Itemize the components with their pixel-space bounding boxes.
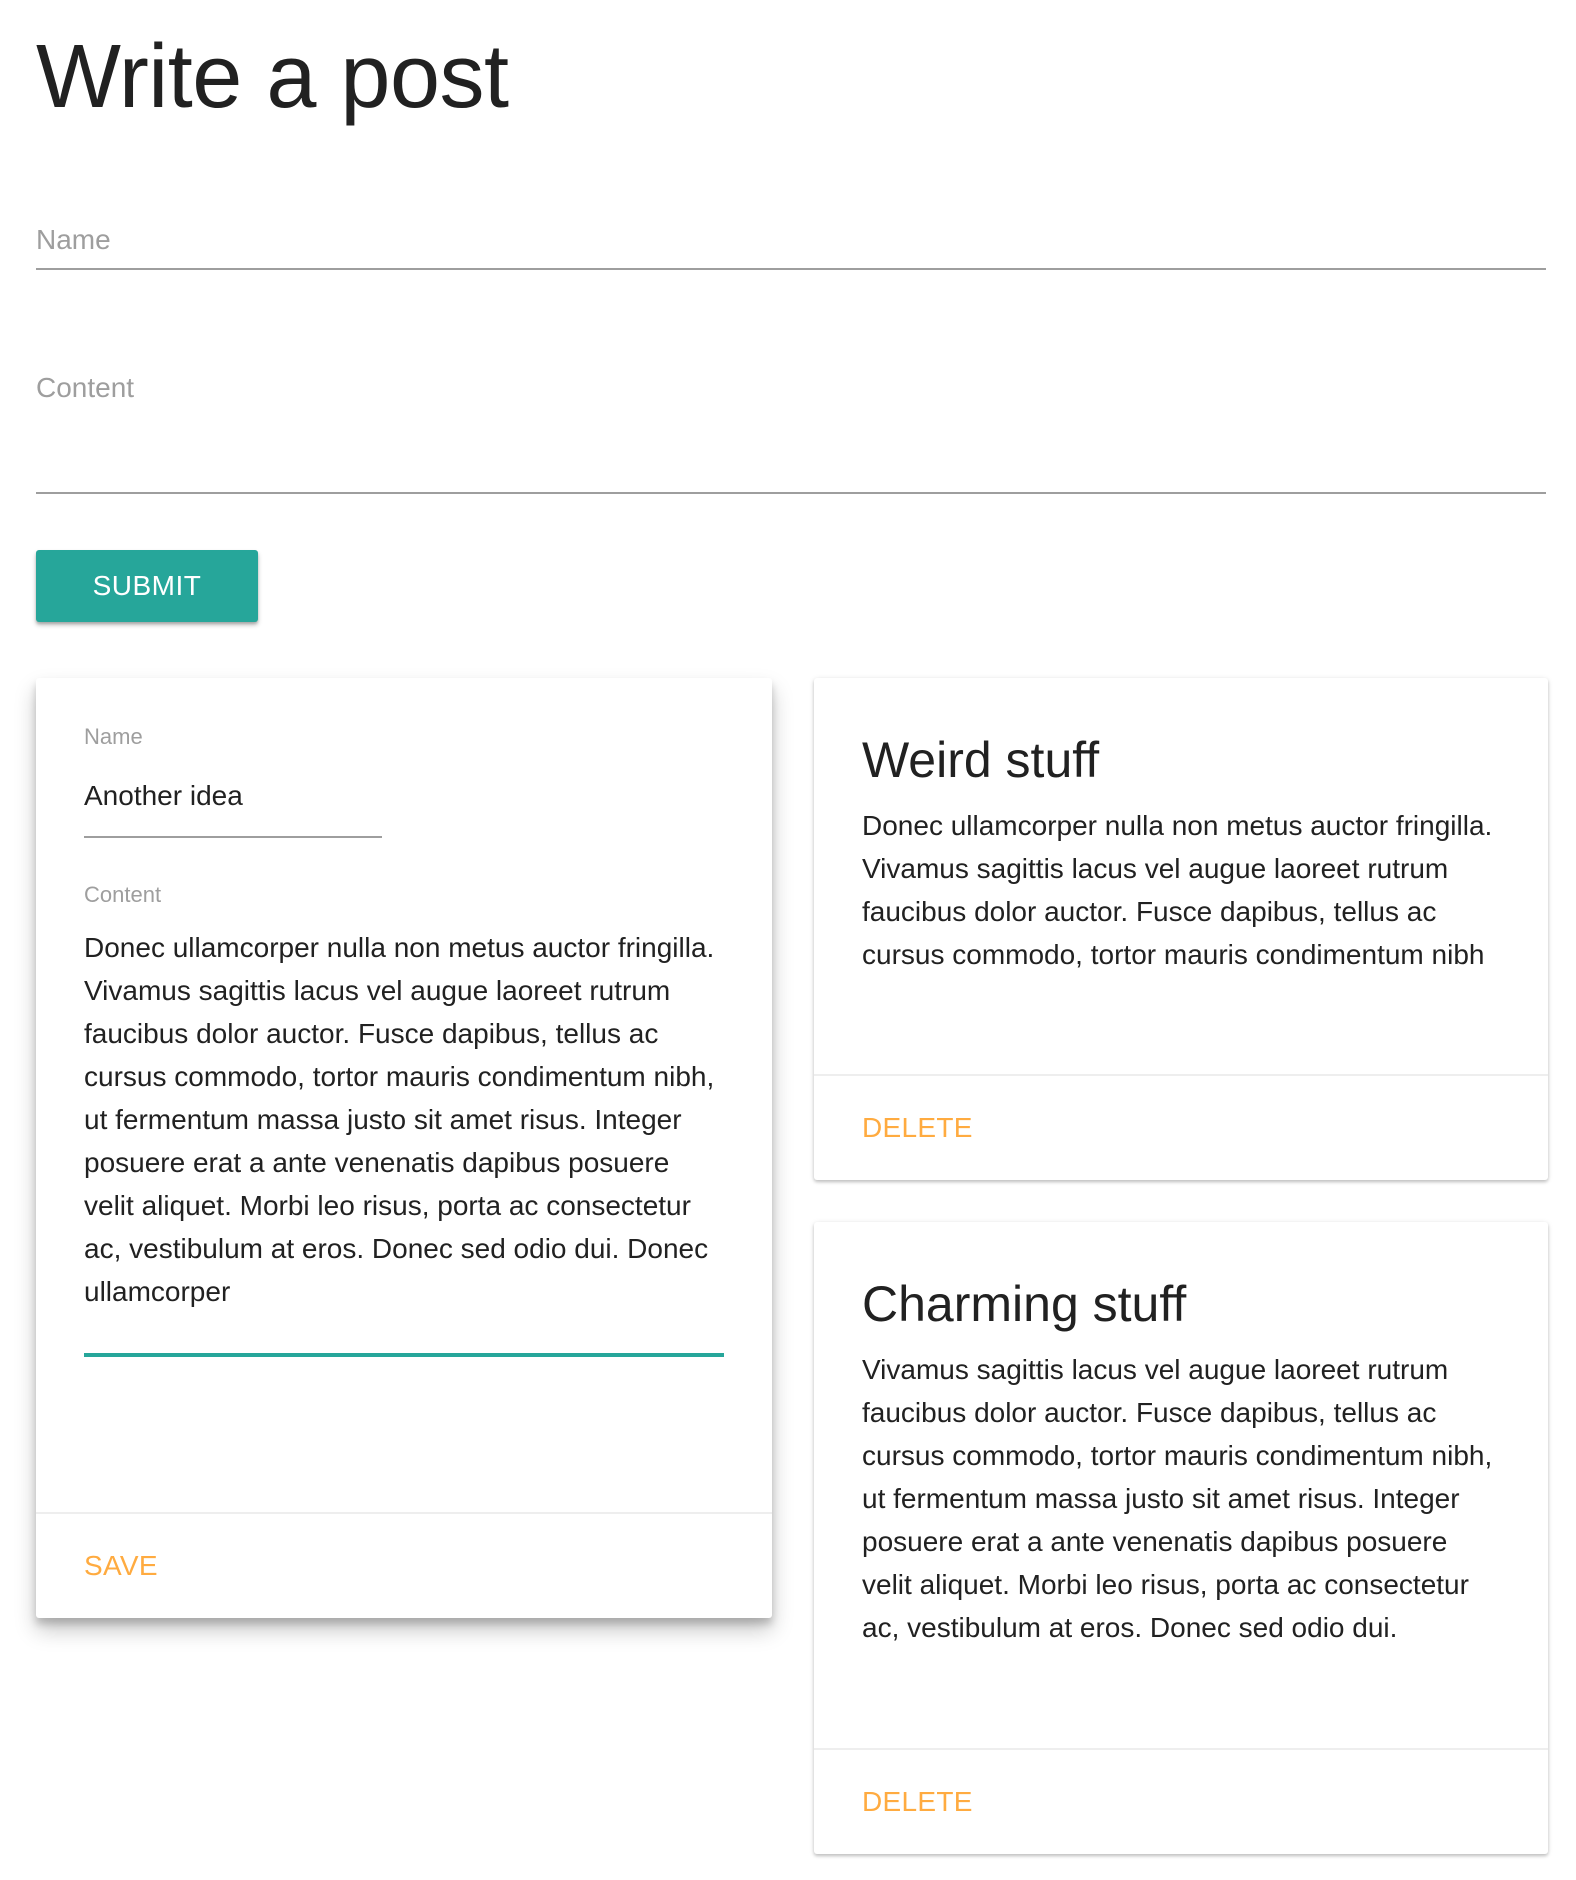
post-title: Charming stuff — [862, 1276, 1187, 1332]
submit-button[interactable]: SUBMIT — [36, 550, 258, 622]
card-divider — [814, 1074, 1548, 1076]
post-content: Vivamus sagittis lacus vel augue laoreet… — [862, 1354, 1493, 1643]
card-divider — [36, 1512, 772, 1514]
post-content: Donec ullamcorper nulla non metus auctor… — [862, 810, 1493, 970]
page: Write a post SUBMIT Name Content Donec u… — [0, 0, 1576, 1880]
delete-button[interactable]: DELETE — [862, 1112, 973, 1144]
edit-content-label: Content — [84, 882, 162, 907]
post-name-input[interactable] — [36, 200, 1546, 270]
edit-post-card: Name Content Donec ullamcorper nulla non… — [36, 678, 772, 1618]
edit-name-input[interactable] — [84, 756, 382, 838]
post-card: Weird stuff Donec ullamcorper nulla non … — [814, 678, 1548, 1180]
post-content-input[interactable] — [36, 356, 1546, 494]
edit-content-textarea[interactable]: Donec ullamcorper nulla non metus auctor… — [84, 926, 724, 1357]
page-title: Write a post — [36, 27, 509, 127]
post-title: Weird stuff — [862, 732, 1100, 788]
edit-name-label: Name — [84, 724, 143, 749]
delete-button[interactable]: DELETE — [862, 1786, 973, 1818]
save-button[interactable]: SAVE — [84, 1550, 158, 1582]
card-divider — [814, 1748, 1548, 1750]
post-card: Charming stuff Vivamus sagittis lacus ve… — [814, 1222, 1548, 1854]
